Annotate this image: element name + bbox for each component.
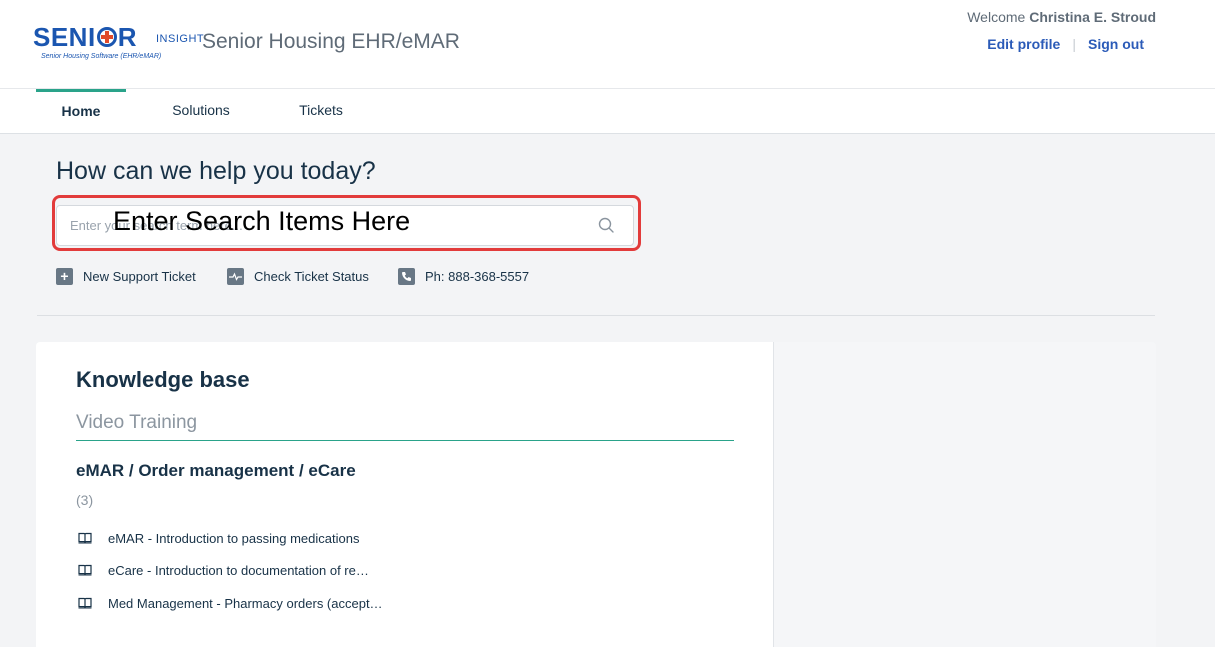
logo-tagline: Senior Housing Software (EHR/eMAR)	[41, 53, 162, 60]
phone-label: Ph: 888-368-5557	[425, 268, 530, 284]
tab-tickets[interactable]: Tickets	[288, 89, 354, 133]
user-links: Edit profile | Sign out	[987, 36, 1144, 52]
knowledge-base-title: Knowledge base	[76, 367, 250, 392]
book-icon	[78, 532, 92, 544]
welcome-prefix: Welcome	[967, 9, 1026, 25]
logo-cross-icon	[96, 27, 117, 47]
main-nav: Home Solutions Tickets	[0, 89, 1215, 134]
welcome-message: Welcome Christina E. Stroud	[967, 9, 1156, 25]
article-title: Med Management - Pharmacy orders (accept…	[108, 595, 383, 611]
section-divider	[37, 315, 1155, 316]
site-header: SENI R INSIGHT Senior Housing Software (E…	[0, 0, 1215, 89]
article-link[interactable]: eCare - Introduction to documentation of…	[78, 561, 369, 579]
knowledge-base-category[interactable]: eMAR / Order management / eCare	[76, 461, 356, 481]
hero-title: How can we help you today?	[56, 157, 376, 185]
tab-solutions[interactable]: Solutions	[160, 89, 242, 133]
article-count: (3)	[76, 492, 94, 508]
knowledge-base-card: Knowledge base Video Training eMAR / Ord…	[36, 342, 774, 647]
user-name: Christina E. Stroud	[1029, 9, 1156, 25]
link-separator: |	[1072, 36, 1076, 52]
check-ticket-status-link[interactable]: Check Ticket Status	[227, 267, 369, 285]
article-link[interactable]: eMAR - Introduction to passing medicatio…	[78, 529, 359, 547]
search-annotation: Enter Search Items Here	[113, 206, 411, 236]
phone-icon	[398, 267, 415, 285]
plus-icon: +	[56, 267, 73, 285]
senior-insight-logo[interactable]: SENI R INSIGHT Senior Housing Software (E…	[33, 22, 204, 64]
logo-wordmark: SENI R	[33, 22, 137, 52]
article-title: eCare - Introduction to documentation of…	[108, 562, 369, 578]
phone-number[interactable]: Ph: 888-368-5557	[398, 267, 529, 285]
book-icon	[78, 597, 92, 609]
new-support-ticket-label: New Support Ticket	[83, 268, 196, 284]
article-title: eMAR - Introduction to passing medicatio…	[108, 530, 360, 546]
knowledge-base-section[interactable]: Video Training	[76, 412, 734, 441]
tab-home[interactable]: Home	[36, 89, 126, 133]
app-title: Senior Housing EHR/eMAR	[202, 30, 460, 53]
pulse-icon	[227, 267, 244, 285]
new-support-ticket-link[interactable]: + New Support Ticket	[56, 267, 196, 285]
book-icon	[78, 564, 92, 576]
logo-suffix: INSIGHT	[156, 33, 205, 45]
sidebar-panel	[774, 342, 1156, 647]
article-link[interactable]: Med Management - Pharmacy orders (accept…	[78, 594, 383, 612]
sign-out-link[interactable]: Sign out	[1088, 36, 1144, 52]
check-ticket-status-label: Check Ticket Status	[254, 268, 369, 284]
edit-profile-link[interactable]: Edit profile	[987, 36, 1060, 52]
